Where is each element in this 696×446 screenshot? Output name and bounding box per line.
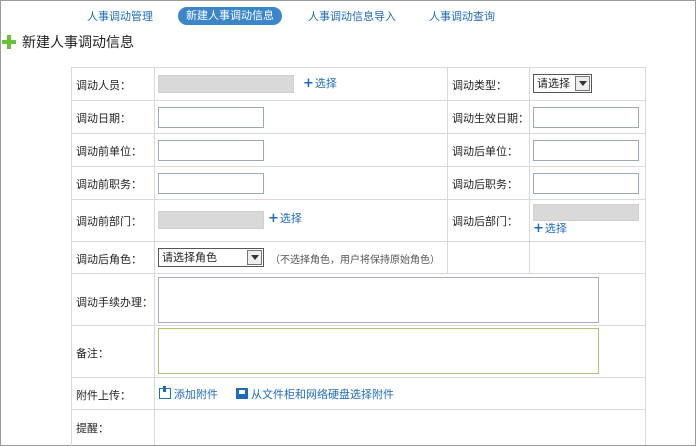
- col-divider: [447, 67, 448, 273]
- dept-after-field[interactable]: [533, 204, 639, 221]
- plus-icon: +: [268, 211, 279, 226]
- attachment-label: 附件上传：: [76, 389, 131, 402]
- col-divider: [154, 67, 155, 445]
- tab-transfer-management[interactable]: 人事调动管理: [87, 8, 153, 26]
- disk-icon: [236, 388, 248, 399]
- dept-before-field[interactable]: [158, 211, 264, 229]
- tab-bar: 人事调动管理 新建人事调动信息 人事调动信息导入 人事调动查询: [0, 0, 696, 30]
- effective-date-input[interactable]: [533, 107, 639, 128]
- tab-transfer-import[interactable]: 人事调动信息导入: [308, 8, 396, 26]
- unit-after-input[interactable]: [533, 140, 639, 161]
- tab-transfer-query[interactable]: 人事调动查询: [429, 8, 495, 26]
- row-divider: [71, 377, 645, 378]
- upload-icon: [159, 386, 171, 399]
- select-employee-link-text: 选择: [314, 77, 337, 90]
- row-divider: [71, 409, 645, 410]
- select-dept-after-link-text: 选择: [544, 222, 567, 235]
- row-divider: [71, 199, 645, 200]
- row-divider: [71, 133, 645, 134]
- employee-label: 调动人员：: [76, 79, 131, 92]
- select-employee-link[interactable]: +选择: [303, 75, 337, 91]
- select-dept-before-link[interactable]: +选择: [268, 210, 302, 226]
- position-after-input[interactable]: [533, 173, 639, 194]
- position-before-label: 调动前职务：: [76, 178, 142, 191]
- chevron-down-icon: [575, 76, 590, 91]
- add-attachment-link-text: 添加附件: [174, 388, 218, 401]
- unit-before-input[interactable]: [158, 140, 264, 161]
- select-dept-after-link[interactable]: +选择: [533, 220, 567, 236]
- role-select-value: 请选择角色: [162, 251, 217, 264]
- date-label: 调动日期：: [76, 112, 131, 125]
- transfer-type-select[interactable]: 请选择: [533, 74, 592, 93]
- select-from-disk-link[interactable]: 从文件柜和网络硬盘选择附件: [236, 386, 394, 402]
- employee-field[interactable]: [158, 75, 294, 93]
- chevron-down-icon: [247, 250, 262, 265]
- row-divider: [71, 100, 645, 101]
- effective-date-label: 调动生效日期：: [452, 112, 529, 125]
- col-divider: [529, 67, 530, 273]
- plus-icon: +: [533, 221, 544, 236]
- role-hint: （不选择角色，用户将保持原始角色）: [270, 255, 440, 266]
- transfer-type-value: 请选择: [537, 77, 570, 90]
- add-attachment-link[interactable]: 添加附件: [159, 386, 218, 402]
- dept-after-label: 调动后部门：: [452, 215, 518, 228]
- unit-after-label: 调动后单位：: [452, 145, 518, 158]
- reminder-label: 提醒：: [76, 422, 109, 435]
- row-divider: [71, 241, 645, 242]
- select-from-disk-link-text: 从文件柜和网络硬盘选择附件: [251, 388, 394, 401]
- select-dept-before-link-text: 选择: [279, 212, 302, 225]
- unit-before-label: 调动前单位：: [76, 145, 142, 158]
- procedure-label: 调动手续办理：: [76, 296, 153, 309]
- role-select[interactable]: 请选择角色: [158, 248, 264, 267]
- position-before-input[interactable]: [158, 173, 264, 194]
- position-after-label: 调动后职务：: [452, 178, 518, 191]
- row-divider: [71, 166, 645, 167]
- tab-new-transfer[interactable]: 新建人事调动信息: [178, 7, 282, 25]
- transfer-type-label: 调动类型：: [452, 79, 507, 92]
- remark-label: 备注：: [76, 347, 109, 360]
- transfer-date-input[interactable]: [158, 107, 264, 128]
- row-divider: [71, 325, 645, 326]
- col-divider: [645, 67, 646, 445]
- plus-icon: +: [303, 76, 314, 91]
- remark-textarea[interactable]: [158, 328, 599, 374]
- dept-before-label: 调动前部门：: [76, 215, 142, 228]
- procedure-textarea[interactable]: [158, 277, 599, 323]
- role-after-label: 调动后角色：: [76, 253, 142, 266]
- row-divider: [71, 273, 645, 274]
- add-icon: [2, 35, 16, 49]
- page-title: 新建人事调动信息: [22, 35, 134, 51]
